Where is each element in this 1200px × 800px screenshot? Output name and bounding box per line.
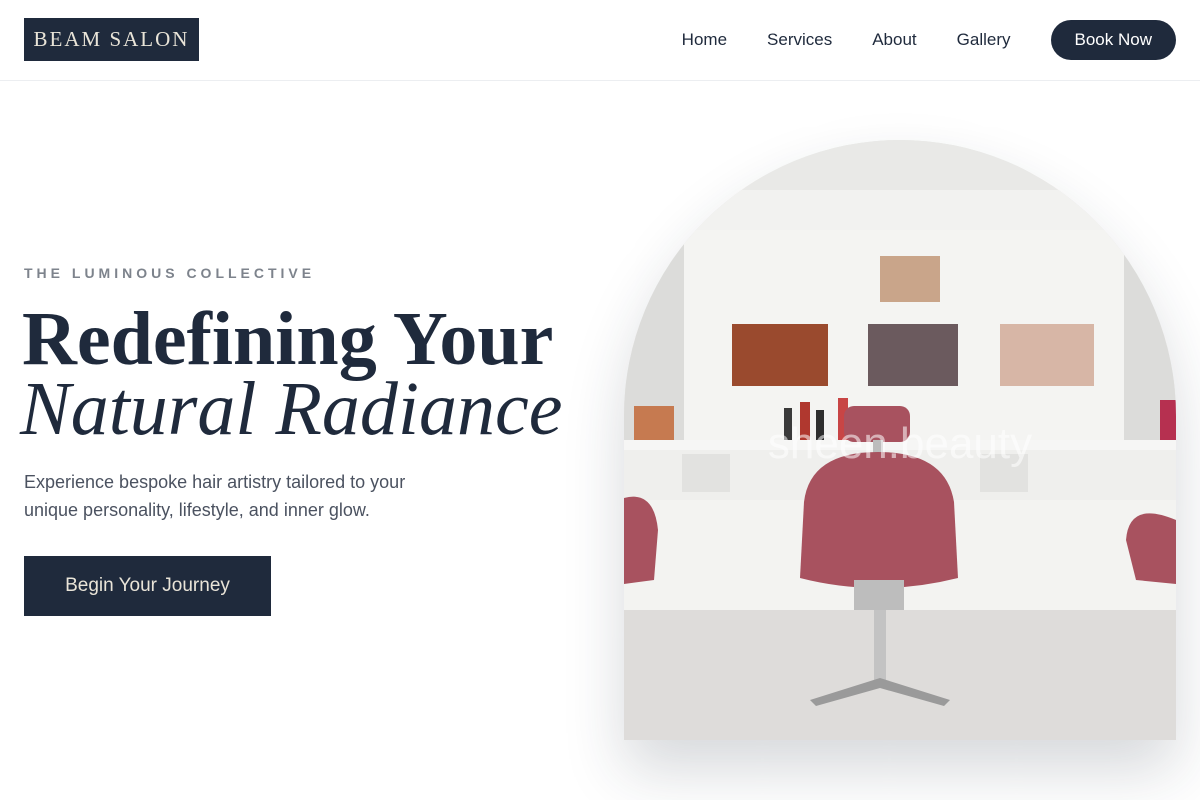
nav-home[interactable]: Home <box>682 30 727 50</box>
brand-logo[interactable]: BEAM SALON <box>24 18 199 61</box>
nav-gallery[interactable]: Gallery <box>957 30 1011 50</box>
site-header: BEAM SALON Home Services About Gallery B… <box>0 0 1200 81</box>
salon-interior-image: sheen.beauty <box>624 140 1176 740</box>
hero-eyebrow: THE LUMINOUS COLLECTIVE <box>24 265 316 281</box>
book-now-button[interactable]: Book Now <box>1050 20 1176 60</box>
nav-about[interactable]: About <box>872 30 916 50</box>
nav-services[interactable]: Services <box>767 30 832 50</box>
main-nav: Home Services About Gallery Book Now <box>682 20 1176 60</box>
image-watermark: sheen.beauty <box>768 419 1032 468</box>
begin-journey-button[interactable]: Begin Your Journey <box>24 556 271 616</box>
hero-title-line2: Natural Radiance <box>20 367 563 451</box>
hero-description: Experience bespoke hair artistry tailore… <box>24 472 406 520</box>
